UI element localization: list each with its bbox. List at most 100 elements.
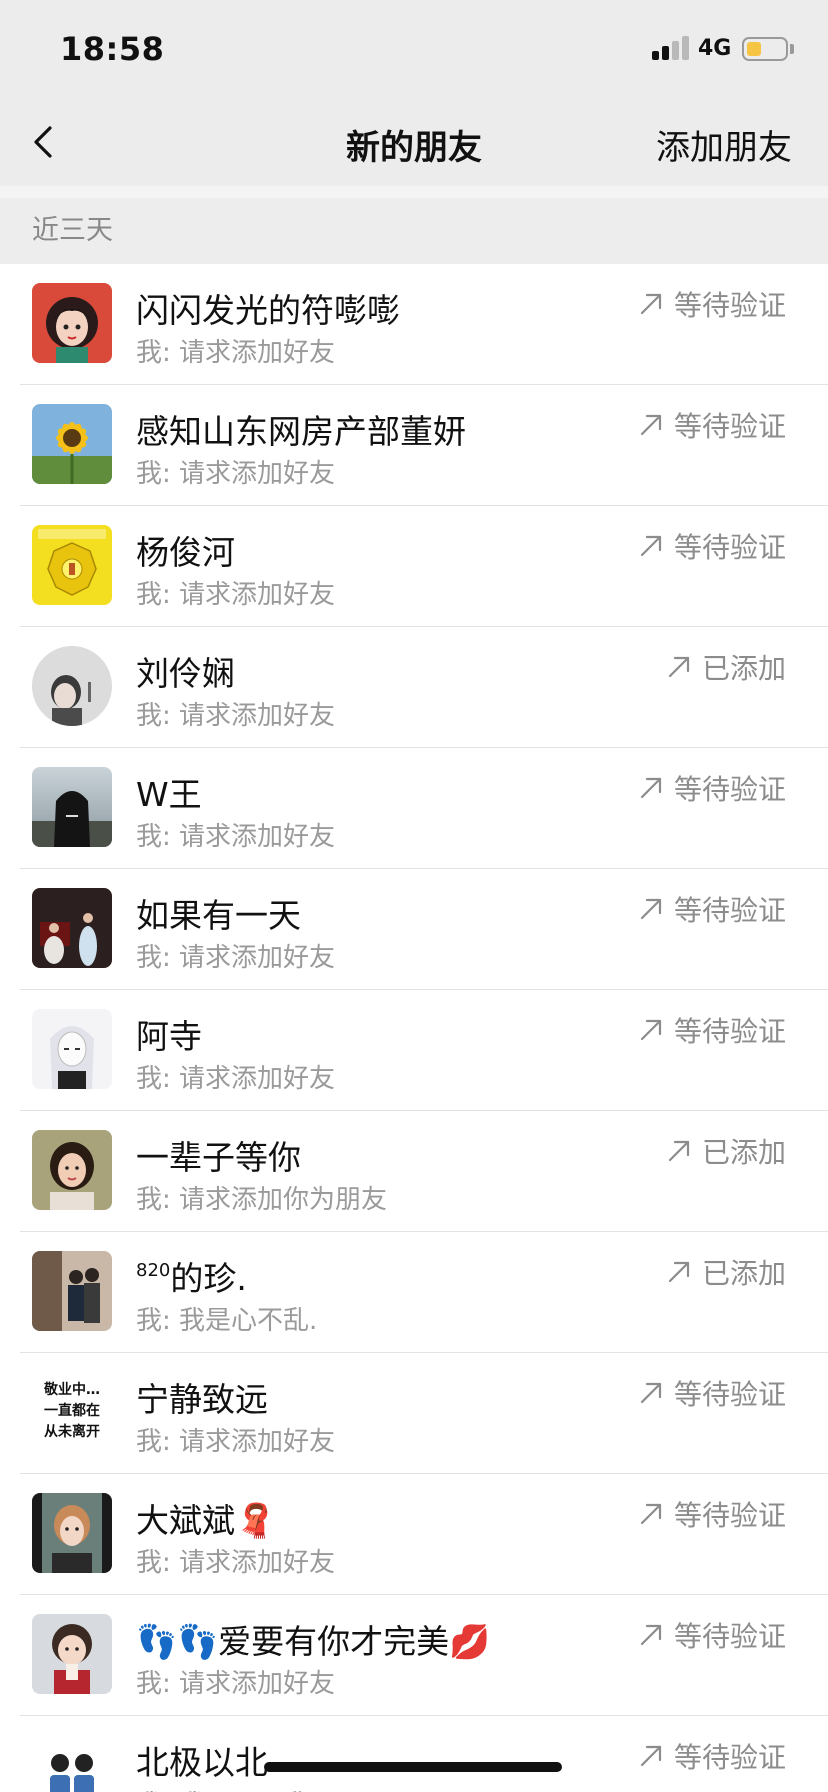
request-message: 我: 请求添加好友	[136, 580, 336, 610]
friend-request-row[interactable]: 阿寺我: 请求添加好友 等待验证	[0, 990, 828, 1111]
friend-request-row[interactable]: 刘伶娴 我: 请求添加好友 已添加	[0, 627, 828, 748]
battery-cap	[790, 44, 794, 54]
outgoing-arrow-icon	[638, 291, 664, 317]
outgoing-arrow-icon	[638, 1501, 664, 1527]
outgoing-arrow-icon	[638, 1380, 664, 1406]
request-status-label: 等待验证	[673, 773, 786, 806]
friend-request-row[interactable]: 北极以北我: 我是心不乱 等待验证	[0, 1716, 828, 1792]
friend-request-row[interactable]: 如果有一天我: 请求添加好友 等待验证	[0, 869, 828, 990]
outgoing-arrow-icon	[638, 1622, 664, 1648]
friend-name-text: 宁静致远	[136, 1380, 268, 1419]
request-message: 我: 请求添加好友	[136, 1548, 336, 1578]
friend-request-row[interactable]: 感知山东网房产部董妍我: 请求添加好友 等待验证	[0, 385, 828, 506]
nav-divider	[0, 186, 828, 198]
avatar[interactable]	[32, 1251, 112, 1331]
request-status-label: 等待验证	[673, 1620, 786, 1653]
request-status: 已添加	[666, 1131, 786, 1171]
outgoing-arrow-icon	[638, 775, 664, 801]
avatar[interactable]	[32, 1493, 112, 1573]
friend-name-text: 杨俊河	[136, 533, 235, 572]
outgoing-arrow-icon	[638, 1017, 664, 1043]
avatar[interactable]	[32, 283, 112, 363]
avatar-text-line: 敬业中…	[44, 1382, 100, 1398]
avatar[interactable]	[32, 1130, 112, 1210]
request-message: 我: 请求添加好友	[136, 1427, 336, 1457]
friend-name: 感知山东网房产部董妍	[136, 405, 466, 453]
avatar[interactable]	[32, 888, 112, 968]
request-status-label: 等待验证	[673, 1378, 786, 1411]
friend-name: 如果有一天	[136, 889, 301, 937]
network-type: 4G	[698, 36, 732, 61]
friend-name: 阿寺	[136, 1010, 202, 1058]
friend-request-row[interactable]: 👣👣爱要有你才完美💋 我: 请求添加好友 等待验证	[0, 1595, 828, 1716]
request-status: 等待验证	[638, 526, 786, 566]
friend-name: 一辈子等你	[136, 1131, 301, 1179]
friend-request-row[interactable]: 闪闪发光的符嘭嘭 我: 请求添加好友 等待验证	[0, 264, 828, 385]
request-status-label: 已添加	[701, 1257, 786, 1290]
request-message: 我: 我是心不乱.	[136, 1306, 318, 1336]
avatar[interactable]	[32, 767, 112, 847]
friend-name: 宁静致远	[136, 1373, 268, 1421]
request-status: 等待验证	[638, 1736, 786, 1776]
avatar[interactable]	[32, 1009, 112, 1089]
request-status-label: 等待验证	[673, 1741, 786, 1774]
request-status-label: 已添加	[701, 1136, 786, 1169]
friend-request-row[interactable]: 敬业中… 一直都在 从未离开 宁静致远我: 请求添加好友 等待验证	[0, 1353, 828, 1474]
friend-name-text: 的珍.	[170, 1259, 247, 1298]
signal-icon	[652, 36, 690, 60]
request-status: 等待验证	[638, 1010, 786, 1050]
add-friend-button[interactable]: 添加朋友	[656, 120, 792, 169]
request-status-label: 等待验证	[673, 894, 786, 927]
friend-name: 北极以北	[136, 1736, 268, 1784]
home-indicator[interactable]	[264, 1762, 562, 1772]
outgoing-arrow-icon	[666, 1138, 692, 1164]
outgoing-arrow-icon	[638, 896, 664, 922]
outgoing-arrow-icon	[638, 533, 664, 559]
outgoing-arrow-icon	[638, 412, 664, 438]
friend-request-row[interactable]: 一辈子等你 我: 请求添加你为朋友 已添加	[0, 1111, 828, 1232]
friend-name-superscript: 820	[136, 1260, 171, 1281]
friend-name: 杨俊河	[136, 526, 235, 574]
friend-name-text: 刘伶娴	[136, 654, 235, 693]
request-message: 我: 请求添加好友	[136, 459, 336, 489]
avatar[interactable]	[32, 1614, 112, 1694]
request-message: 我: 请求添加好友	[136, 943, 336, 973]
request-status-label: 等待验证	[673, 289, 786, 322]
section-header: 近三天	[0, 198, 828, 264]
request-status-label: 等待验证	[673, 410, 786, 443]
friend-request-list: 闪闪发光的符嘭嘭 我: 请求添加好友 等待验证 感知山东网房产部董妍 我: 请求添加好友…	[0, 264, 828, 1792]
request-status: 已添加	[666, 647, 786, 687]
request-status-label: 等待验证	[673, 1015, 786, 1048]
friend-request-row[interactable]: W王我: 请求添加好友 等待验证	[0, 748, 828, 869]
avatar[interactable]	[32, 525, 112, 605]
request-status: 等待验证	[638, 1494, 786, 1534]
friend-name: W王	[136, 768, 202, 816]
friend-request-row[interactable]: 杨俊河我: 请求添加好友 等待验证	[0, 506, 828, 627]
request-status: 等待验证	[638, 768, 786, 808]
outgoing-arrow-icon	[666, 1259, 692, 1285]
request-status-label: 等待验证	[673, 1499, 786, 1532]
status-time: 18:58	[60, 30, 165, 68]
friend-name: 闪闪发光的符嘭嘭	[136, 284, 400, 332]
friend-name: 👣👣爱要有你才完美💋	[136, 1615, 490, 1663]
outgoing-arrow-icon	[638, 1743, 664, 1769]
request-status: 等待验证	[638, 1615, 786, 1655]
friend-request-row[interactable]: 大斌斌🧣 我: 请求添加好友 等待验证	[0, 1474, 828, 1595]
friend-request-row[interactable]: 820的珍. 我: 我是心不乱. 已添加	[0, 1232, 828, 1353]
friend-name-text: W王	[136, 775, 202, 814]
avatar[interactable]	[32, 646, 112, 726]
request-message: 我: 请求添加好友	[136, 1669, 336, 1699]
friend-name-text: 一辈子等你	[136, 1138, 301, 1177]
request-message: 我: 请求添加好友	[136, 1064, 336, 1094]
friend-name-text: 大斌斌🧣	[136, 1501, 277, 1540]
friend-name-text: 北极以北	[136, 1743, 268, 1782]
avatar[interactable]: 敬业中… 一直都在 从未离开	[32, 1372, 112, 1452]
friend-name: 大斌斌🧣	[136, 1494, 276, 1542]
friend-name-text: 闪闪发光的符嘭嘭	[136, 291, 400, 330]
request-status: 已添加	[666, 1252, 786, 1292]
avatar[interactable]	[32, 1735, 112, 1792]
avatar[interactable]	[32, 404, 112, 484]
status-bar: 18:58 4G	[0, 0, 828, 98]
request-message: 我: 请求添加好友	[136, 822, 336, 852]
friend-name-text: 如果有一天	[136, 896, 301, 935]
